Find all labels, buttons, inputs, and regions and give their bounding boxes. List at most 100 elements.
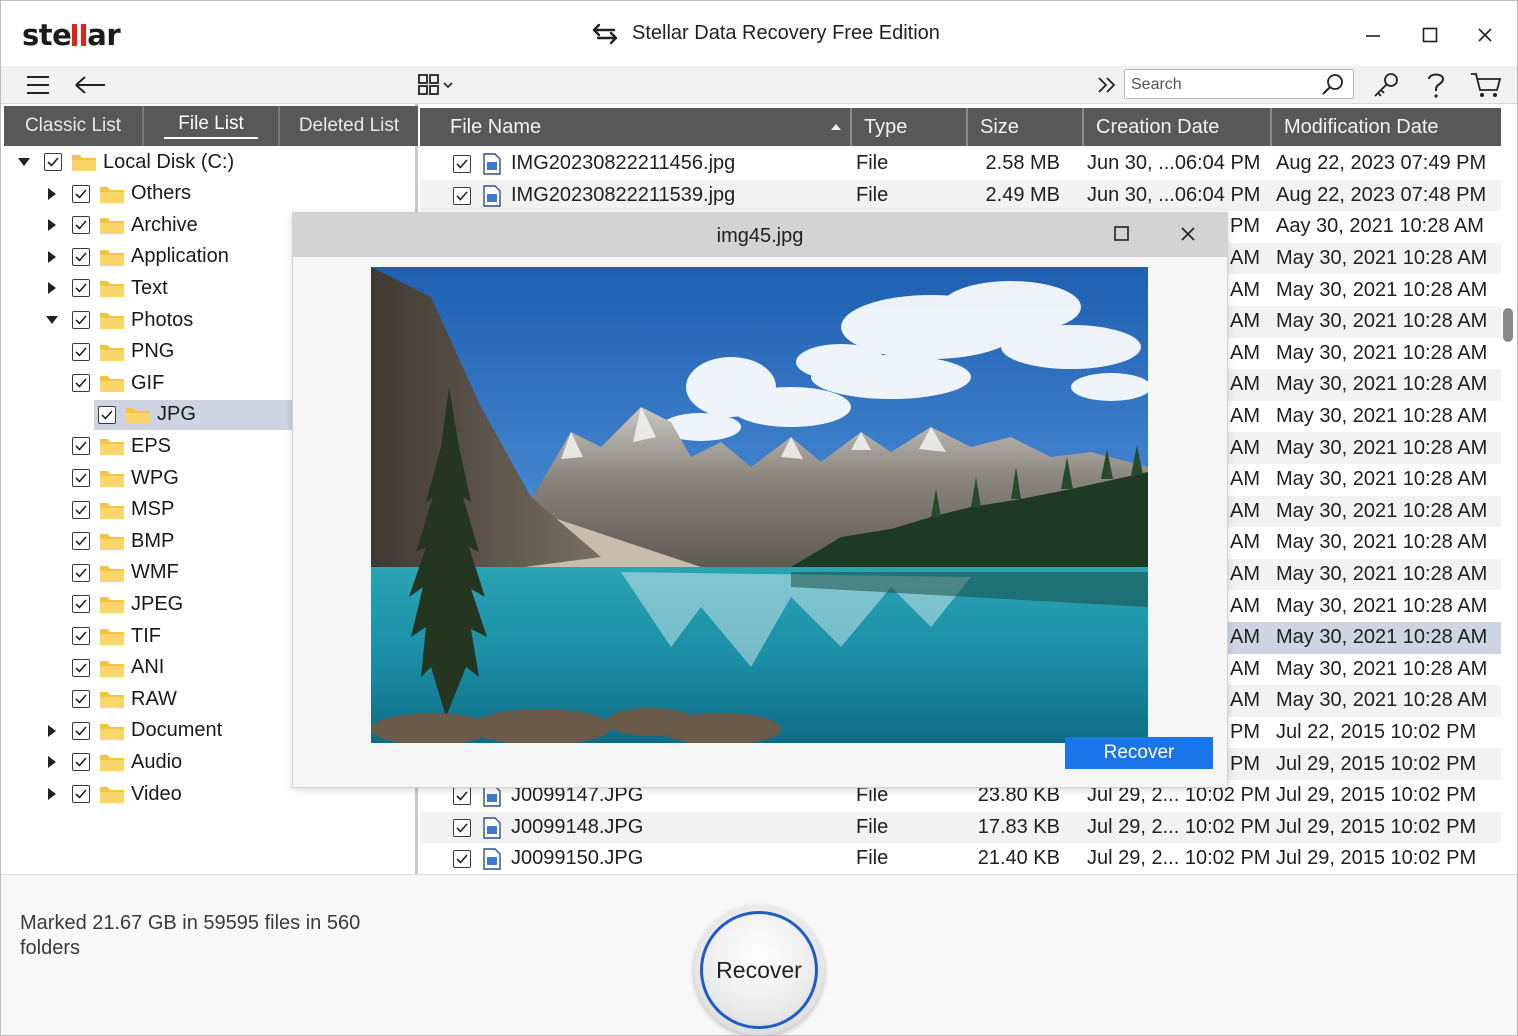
maximize-button[interactable] <box>1412 18 1448 52</box>
app-title: Stellar Data Recovery Free Edition <box>590 22 940 45</box>
table-row[interactable]: J0099148.JPG File 17.83 KB Jul 29, 2... 10:… <box>420 811 1501 845</box>
tree-item-label: ANI <box>131 656 165 679</box>
tree-item-label: Video <box>131 782 182 805</box>
search-icon[interactable] <box>1321 73 1345 97</box>
checkbox-checked[interactable] <box>453 186 471 205</box>
column-type[interactable]: Type <box>852 108 968 146</box>
caret-right-icon[interactable] <box>44 186 60 202</box>
tab-deleted-list[interactable]: Deleted List <box>280 106 418 146</box>
caret-down-icon[interactable] <box>16 154 32 170</box>
file-modified: Jul 29, 2015 10:02 PM <box>1276 752 1477 775</box>
view-mode-button[interactable] <box>416 69 458 101</box>
folder-icon <box>99 436 125 456</box>
image-file-icon <box>483 848 501 876</box>
folder-icon <box>99 184 125 204</box>
checkbox-checked[interactable] <box>72 627 90 645</box>
table-row[interactable]: IMG20230822211456.jpg File 2.58 MB Jun 30, … <box>420 148 1501 180</box>
checkbox-checked[interactable] <box>72 216 90 235</box>
checkbox-checked[interactable] <box>453 155 471 173</box>
file-created: PM <box>1230 215 1260 238</box>
checkbox-checked[interactable] <box>72 247 90 266</box>
column-size[interactable]: Size <box>968 108 1084 146</box>
checkbox-checked[interactable] <box>72 658 90 677</box>
checkbox-checked[interactable] <box>453 818 471 837</box>
checkbox-checked[interactable] <box>72 469 90 487</box>
tab-classic-list[interactable]: Classic List <box>4 106 144 146</box>
caret-down-icon[interactable] <box>44 312 60 328</box>
status-area: Marked 21.67 GB in 59595 files in 560 fo… <box>0 874 1518 1036</box>
checkbox-checked[interactable] <box>72 785 90 803</box>
checkbox-checked[interactable] <box>453 850 471 869</box>
checkbox-checked[interactable] <box>72 753 90 772</box>
table-row[interactable]: IMG20230822211539.jpg File 2.49 MB Jun 30, … <box>420 179 1501 213</box>
checkbox-checked[interactable] <box>72 563 90 582</box>
minimize-button[interactable] <box>1355 18 1391 52</box>
caret-right-icon[interactable] <box>44 249 60 265</box>
tab-label: Deleted List <box>298 115 400 136</box>
caret-right-icon[interactable] <box>44 217 60 233</box>
checkbox-checked[interactable] <box>72 437 90 456</box>
checkmark-icon <box>75 220 87 230</box>
tab-file-list[interactable]: File List <box>144 106 280 146</box>
file-modified: Jul 29, 2015 10:02 PM <box>1276 847 1477 870</box>
file-modified: Aug 22, 2023 07:49 PM <box>1276 152 1487 175</box>
file-name: IMG20230822211539.jpg <box>511 183 736 206</box>
checkbox-checked[interactable] <box>98 405 116 424</box>
double-chevron-right-icon <box>1098 77 1116 93</box>
checkbox-checked[interactable] <box>72 279 90 298</box>
tree-item-jpg[interactable]: JPG <box>94 399 292 430</box>
activation-key-button[interactable] <box>1370 69 1402 101</box>
checkmark-icon <box>75 599 87 610</box>
preview-recover-button[interactable]: Recover <box>1065 737 1213 769</box>
title-bar: ste ar Stellar Data Recovery Free Edition <box>0 0 1518 66</box>
file-created: Jul 29, 2... 10:02 PM <box>1087 815 1271 838</box>
checkmark-icon <box>75 315 87 325</box>
tree-item-label: Application <box>131 245 229 268</box>
checkbox-checked[interactable] <box>72 595 90 614</box>
preview-maximize-button[interactable] <box>1113 225 1131 248</box>
menu-button[interactable] <box>22 69 54 101</box>
file-modified: Jul 29, 2015 10:02 PM <box>1276 784 1477 807</box>
tree-item-others[interactable]: Others <box>4 179 414 209</box>
column-creation-date[interactable]: Creation Date <box>1084 108 1272 146</box>
image-file-icon <box>483 184 501 213</box>
help-button[interactable] <box>1422 69 1450 101</box>
close-button[interactable] <box>1467 18 1503 52</box>
preview-filename: img45.jpg <box>716 225 804 247</box>
checkbox-checked[interactable] <box>44 153 62 171</box>
checkbox-checked[interactable] <box>72 374 90 393</box>
mountain-lake-photo <box>371 267 1148 743</box>
caret-right-icon[interactable] <box>44 723 60 739</box>
checkbox-checked[interactable] <box>72 532 90 551</box>
checkbox-checked[interactable] <box>72 311 90 329</box>
file-name: IMG20230822211456.jpg <box>511 152 736 175</box>
caret-right-icon[interactable] <box>44 280 60 296</box>
checkmark-icon <box>75 189 87 199</box>
search-input[interactable] <box>1131 75 1311 95</box>
scrollbar-thumb[interactable] <box>1503 308 1513 342</box>
table-row[interactable]: J0099150.JPG File 21.40 KB Jul 29, 2... 10:… <box>420 843 1501 875</box>
column-modification-date[interactable]: Modification Date <box>1272 108 1501 146</box>
tree-item-local-disk[interactable]: Local Disk (C:) <box>4 147 414 177</box>
checkbox-checked[interactable] <box>72 721 90 740</box>
column-file-name[interactable]: File Name <box>420 108 852 146</box>
checkmark-icon <box>75 631 87 641</box>
cart-button[interactable] <box>1468 69 1504 101</box>
preview-close-button[interactable] <box>1179 225 1197 248</box>
tree-item-label: Local Disk (C:) <box>103 150 235 173</box>
expand-panel-button[interactable] <box>1094 69 1120 101</box>
file-created: AM <box>1230 341 1260 364</box>
caret-right-icon[interactable] <box>44 786 60 802</box>
checkbox-checked[interactable] <box>72 184 90 203</box>
folder-icon <box>99 752 125 772</box>
back-button[interactable] <box>72 69 108 101</box>
folder-icon <box>99 626 125 646</box>
image-file-icon <box>483 816 501 845</box>
checkbox-checked[interactable] <box>72 342 90 361</box>
checkbox-checked[interactable] <box>72 500 90 519</box>
recover-button[interactable]: Recover <box>700 911 818 1029</box>
checkbox-checked[interactable] <box>72 690 90 709</box>
checkbox-checked[interactable] <box>453 787 471 805</box>
file-modified: May 30, 2021 10:28 AM <box>1276 373 1488 396</box>
caret-right-icon[interactable] <box>44 754 60 770</box>
